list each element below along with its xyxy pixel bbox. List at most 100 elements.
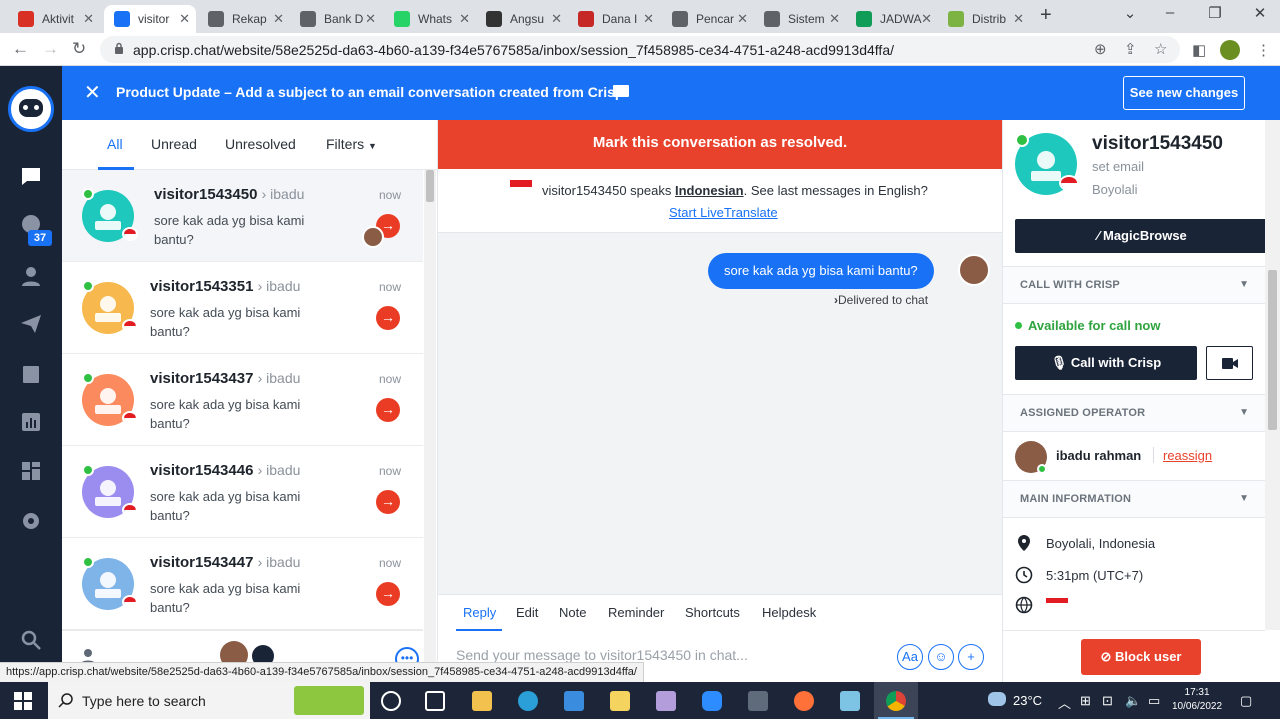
- close-tab-icon[interactable]: ✕: [273, 11, 284, 27]
- profile-scrollbar[interactable]: [1265, 120, 1280, 630]
- browser-tab[interactable]: Rekap ✕: [198, 5, 290, 33]
- list-scrollbar-thumb[interactable]: [426, 170, 434, 202]
- block-user-button[interactable]: ⊘ Block user: [1081, 639, 1201, 675]
- forward-icon[interactable]: →: [42, 39, 59, 59]
- close-tab-icon[interactable]: ✕: [83, 11, 94, 27]
- file-explorer-icon[interactable]: [472, 691, 492, 711]
- calculator-icon[interactable]: [748, 691, 768, 711]
- weather-icon[interactable]: [988, 692, 1006, 706]
- sticky-notes-icon[interactable]: [610, 691, 630, 711]
- back-icon[interactable]: ←: [12, 39, 29, 59]
- browser-tab[interactable]: Aktivit ✕: [8, 5, 100, 33]
- campaigns-icon[interactable]: [19, 312, 43, 336]
- firefox-icon[interactable]: [794, 691, 814, 711]
- add-attachment-icon[interactable]: +: [958, 644, 984, 670]
- conversation-item[interactable]: visitor1543437 › ibadu sore kak ada yg bi…: [62, 354, 423, 446]
- cortana-icon[interactable]: [381, 691, 401, 711]
- mark-resolved-button[interactable]: Mark this conversation as resolved.: [438, 120, 1002, 169]
- tab-shortcuts[interactable]: Shortcuts: [685, 605, 740, 620]
- close-tab-icon[interactable]: ✕: [365, 11, 376, 27]
- browser-tab[interactable]: Dana I ✕: [568, 5, 660, 33]
- zoom-icon[interactable]: [702, 691, 722, 711]
- temperature[interactable]: 23°C: [1013, 693, 1042, 708]
- magicbrowse-button[interactable]: ⁄ MagicBrowse: [1015, 219, 1269, 253]
- battery-icon[interactable]: ▭: [1148, 693, 1160, 709]
- conversation-item[interactable]: visitor1543446 › ibadu sore kak ada yg bi…: [62, 446, 423, 538]
- close-tab-icon[interactable]: ✕: [737, 11, 748, 27]
- crisp-logo[interactable]: [8, 86, 54, 132]
- close-tab-icon[interactable]: ✕: [643, 11, 654, 27]
- zoom-icon[interactable]: ⊕: [1094, 40, 1107, 58]
- profile-avatar[interactable]: [1220, 40, 1240, 60]
- browser-tab[interactable]: Sistem ✕: [754, 5, 846, 33]
- app-icon[interactable]: [840, 691, 860, 711]
- list-scrollbar[interactable]: [424, 170, 436, 682]
- notifications-icon[interactable]: ▢: [1240, 693, 1252, 709]
- set-email-field[interactable]: set email: [1092, 159, 1144, 174]
- operator-section-header[interactable]: ASSIGNED OPERATOR ▼: [1003, 394, 1265, 432]
- start-livetranslate-link[interactable]: Start LiveTranslate: [669, 205, 778, 220]
- arrow-right-icon[interactable]: →: [376, 306, 400, 330]
- close-tab-icon[interactable]: ✕: [829, 11, 840, 27]
- close-tab-icon[interactable]: ✕: [1013, 11, 1024, 27]
- tab-filters[interactable]: Filters ▼: [326, 136, 377, 152]
- chevron-up-icon[interactable]: ︿: [1058, 693, 1071, 712]
- see-new-changes-button[interactable]: See new changes: [1123, 76, 1245, 110]
- arrow-right-icon[interactable]: →: [376, 398, 400, 422]
- browser-tab[interactable]: Whats ✕: [384, 5, 476, 33]
- reload-icon[interactable]: ↻: [72, 39, 86, 59]
- close-tab-icon[interactable]: ✕: [921, 11, 932, 27]
- system-clock[interactable]: 17:31 10/06/2022: [1172, 686, 1222, 714]
- close-icon[interactable]: ✕: [84, 80, 101, 105]
- tab-unread[interactable]: Unread: [151, 136, 197, 152]
- main-info-section-header[interactable]: MAIN INFORMATION ▼: [1003, 480, 1265, 518]
- volume-icon[interactable]: 🔈: [1125, 693, 1141, 709]
- chrome-taskbar-item[interactable]: [874, 682, 918, 719]
- browser-tab[interactable]: Pencar ✕: [662, 5, 754, 33]
- windows-start-icon[interactable]: [14, 692, 32, 710]
- tab-search-icon[interactable]: ⌄: [1120, 4, 1140, 22]
- conversation-item[interactable]: visitor1543450 › ibadu sore kak ada yg bi…: [62, 170, 423, 262]
- close-tab-icon[interactable]: ✕: [179, 11, 190, 27]
- emoji-icon[interactable]: ☺: [928, 644, 954, 670]
- minimize-button[interactable]: –: [1160, 4, 1180, 21]
- taskbar-search[interactable]: Type here to search: [48, 682, 370, 719]
- conversation-item[interactable]: visitor1543351 › ibadu sore kak ada yg bi…: [62, 262, 423, 354]
- maximize-button[interactable]: ❐: [1205, 4, 1225, 22]
- new-tab-button[interactable]: +: [1040, 4, 1052, 27]
- message-bubble[interactable]: sore kak ada yg bisa kami bantu?: [708, 253, 934, 289]
- conversation-item[interactable]: visitor1543447 › ibadu sore kak ada yg bi…: [62, 538, 423, 630]
- reassign-link[interactable]: reassign: [1163, 448, 1212, 463]
- side-panel-icon[interactable]: ◧: [1192, 41, 1206, 59]
- video-call-button[interactable]: [1206, 346, 1253, 380]
- network-icon[interactable]: ⊞: [1080, 693, 1091, 709]
- paint-icon[interactable]: [656, 691, 676, 711]
- menu-icon[interactable]: ⋮: [1256, 41, 1271, 59]
- helpdesk-icon[interactable]: [19, 362, 43, 386]
- browser-tab[interactable]: JADWA ✕: [846, 5, 938, 33]
- display-icon[interactable]: ⊡: [1102, 693, 1113, 709]
- tab-note[interactable]: Note: [559, 605, 586, 620]
- tab-reply[interactable]: Reply: [463, 605, 496, 620]
- share-icon[interactable]: ⇪: [1124, 40, 1137, 58]
- settings-gear-icon[interactable]: [19, 509, 43, 533]
- tab-edit[interactable]: Edit: [516, 605, 538, 620]
- inbox-chat-icon[interactable]: [19, 164, 43, 188]
- close-tab-icon[interactable]: ✕: [551, 11, 562, 27]
- analytics-icon[interactable]: [19, 410, 43, 434]
- tab-all[interactable]: All: [107, 136, 123, 152]
- plugins-icon[interactable]: [19, 459, 43, 483]
- task-view-icon[interactable]: [425, 691, 445, 711]
- arrow-right-icon[interactable]: →: [376, 582, 400, 606]
- tab-helpdesk[interactable]: Helpdesk: [762, 605, 816, 620]
- store-icon[interactable]: [564, 691, 584, 711]
- call-section-header[interactable]: CALL WITH CRISP ▼: [1003, 266, 1265, 304]
- browser-tab[interactable]: Bank D ✕: [290, 5, 382, 33]
- message-input[interactable]: Send your message to visitor1543450 in c…: [456, 647, 876, 663]
- call-with-crisp-button[interactable]: 🎙 Call with Crisp: [1015, 346, 1197, 380]
- close-window-button[interactable]: ✕: [1250, 4, 1270, 22]
- edge-icon[interactable]: [518, 691, 538, 711]
- bookmark-star-icon[interactable]: ☆: [1154, 40, 1167, 58]
- browser-tab[interactable]: visitor ✕: [104, 5, 196, 33]
- search-icon[interactable]: [19, 628, 43, 652]
